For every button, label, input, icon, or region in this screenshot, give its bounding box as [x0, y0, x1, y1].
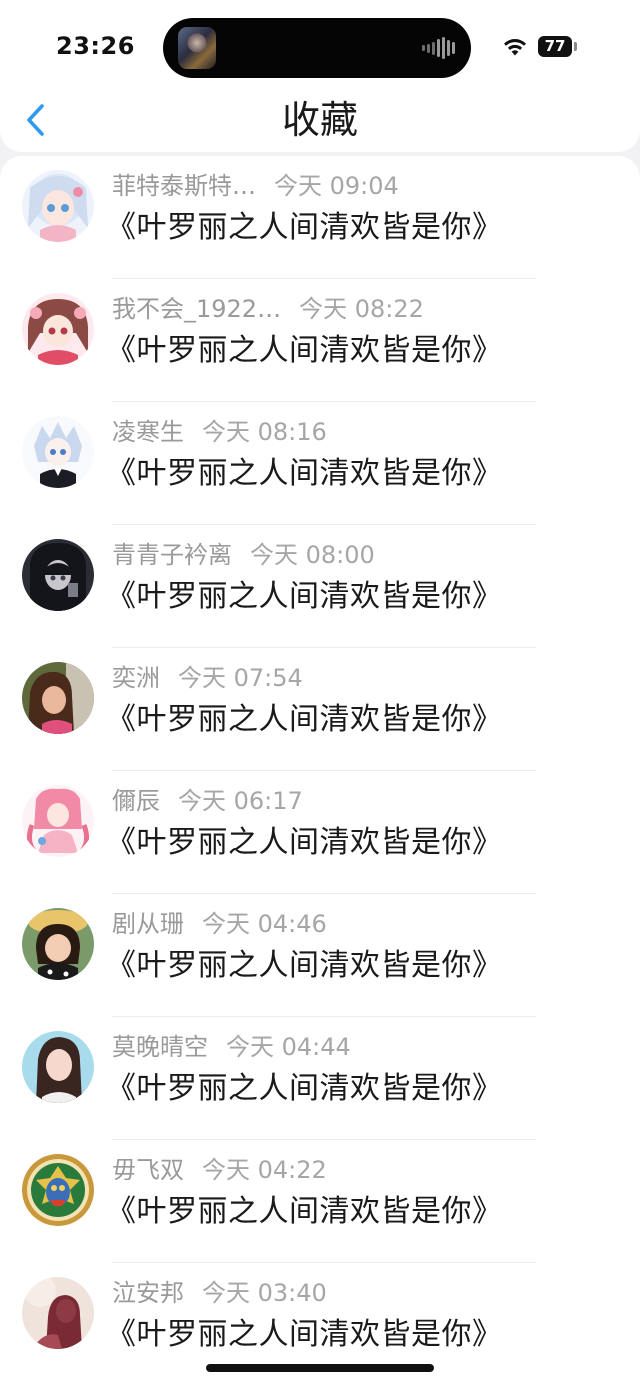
item-meta: 青青子衿离 今天 08:00	[112, 533, 375, 571]
favorite-item[interactable]: 儞辰 今天 06:17 《叶罗丽之人间清欢皆是你》	[0, 771, 640, 894]
novel-title[interactable]: 《叶罗丽之人间清欢皆是你》	[106, 448, 503, 492]
item-meta: 毋飞双 今天 04:22	[112, 1148, 327, 1186]
favorite-item[interactable]: 奕洲 今天 07:54 《叶罗丽之人间清欢皆是你》	[0, 648, 640, 771]
nickname[interactable]: 毋飞双	[112, 1150, 184, 1185]
nickname[interactable]: 莫晚晴空	[112, 1027, 208, 1062]
item-meta: 泣安邦 今天 03:40	[112, 1271, 327, 1309]
avatar	[22, 293, 94, 365]
nickname[interactable]: 儞辰	[112, 781, 160, 816]
nickname[interactable]: 泣安邦	[112, 1273, 184, 1308]
item-meta: 儞辰 今天 06:17	[112, 779, 303, 817]
avatar	[22, 416, 94, 488]
status-time: 23:26	[56, 32, 135, 60]
timestamp: 今天 04:22	[202, 1155, 327, 1184]
avatar	[22, 1154, 94, 1226]
avatar	[22, 662, 94, 734]
audio-wave-icon	[422, 37, 455, 59]
dynamic-island[interactable]	[163, 18, 471, 78]
novel-title[interactable]: 《叶罗丽之人间清欢皆是你》	[106, 1186, 503, 1230]
timestamp: 今天 06:17	[178, 786, 303, 815]
novel-title[interactable]: 《叶罗丽之人间清欢皆是你》	[106, 1063, 503, 1107]
home-indicator[interactable]	[206, 1364, 434, 1372]
item-meta: 莫晚晴空 今天 04:44	[112, 1025, 351, 1063]
nickname[interactable]: 青青子衿离	[112, 535, 232, 570]
now-playing-app-icon	[178, 27, 216, 69]
favorite-item[interactable]: 凌寒生 今天 08:16 《叶罗丽之人间清欢皆是你》	[0, 402, 640, 525]
favorite-item[interactable]: 毋飞双 今天 04:22 《叶罗丽之人间清欢皆是你》	[0, 1140, 640, 1263]
novel-title[interactable]: 《叶罗丽之人间清欢皆是你》	[106, 202, 503, 246]
avatar	[22, 1031, 94, 1103]
nickname[interactable]: 菲特泰斯特…	[112, 166, 256, 201]
nickname[interactable]: 凌寒生	[112, 412, 184, 447]
favorite-item[interactable]: 青青子衿离 今天 08:00 《叶罗丽之人间清欢皆是你》	[0, 525, 640, 648]
novel-title[interactable]: 《叶罗丽之人间清欢皆是你》	[106, 940, 503, 984]
battery-indicator: 77	[538, 36, 572, 57]
timestamp: 今天 04:46	[202, 909, 327, 938]
page-title: 收藏	[281, 98, 358, 142]
timestamp: 今天 07:54	[178, 663, 303, 692]
nickname[interactable]: 剧从珊	[112, 904, 184, 939]
battery-cap-icon	[574, 42, 577, 51]
favorites-list: 菲特泰斯特… 今天 09:04 《叶罗丽之人间清欢皆是你》 我不会_1922… …	[0, 156, 640, 1387]
favorite-item[interactable]: 剧从珊 今天 04:46 《叶罗丽之人间清欢皆是你》	[0, 894, 640, 1017]
novel-title[interactable]: 《叶罗丽之人间清欢皆是你》	[106, 1309, 503, 1353]
timestamp: 今天 08:00	[250, 540, 375, 569]
avatar	[22, 170, 94, 242]
timestamp: 今天 09:04	[274, 171, 399, 200]
nickname[interactable]: 我不会_1922…	[112, 289, 281, 324]
favorite-item[interactable]: 菲特泰斯特… 今天 09:04 《叶罗丽之人间清欢皆是你》	[0, 156, 640, 279]
novel-title[interactable]: 《叶罗丽之人间清欢皆是你》	[106, 817, 503, 861]
novel-title[interactable]: 《叶罗丽之人间清欢皆是你》	[106, 325, 503, 369]
timestamp: 今天 04:44	[226, 1032, 351, 1061]
timestamp: 今天 08:22	[299, 294, 424, 323]
novel-title[interactable]: 《叶罗丽之人间清欢皆是你》	[106, 571, 503, 615]
timestamp: 今天 08:16	[202, 417, 327, 446]
timestamp: 今天 03:40	[202, 1278, 327, 1307]
item-meta: 我不会_1922… 今天 08:22	[112, 287, 424, 325]
item-meta: 菲特泰斯特… 今天 09:04	[112, 164, 399, 202]
novel-title[interactable]: 《叶罗丽之人间清欢皆是你》	[106, 694, 503, 738]
avatar	[22, 539, 94, 611]
navigation-header: 23:26 77 收藏	[0, 0, 640, 152]
item-meta: 凌寒生 今天 08:16	[112, 410, 327, 448]
item-meta: 奕洲 今天 07:54	[112, 656, 303, 694]
avatar	[22, 1277, 94, 1349]
avatar	[22, 785, 94, 857]
nickname[interactable]: 奕洲	[112, 658, 160, 693]
wifi-icon	[504, 39, 526, 56]
item-meta: 剧从珊 今天 04:46	[112, 902, 327, 940]
favorite-item[interactable]: 我不会_1922… 今天 08:22 《叶罗丽之人间清欢皆是你》	[0, 279, 640, 402]
avatar	[22, 908, 94, 980]
favorite-item[interactable]: 莫晚晴空 今天 04:44 《叶罗丽之人间清欢皆是你》	[0, 1017, 640, 1140]
